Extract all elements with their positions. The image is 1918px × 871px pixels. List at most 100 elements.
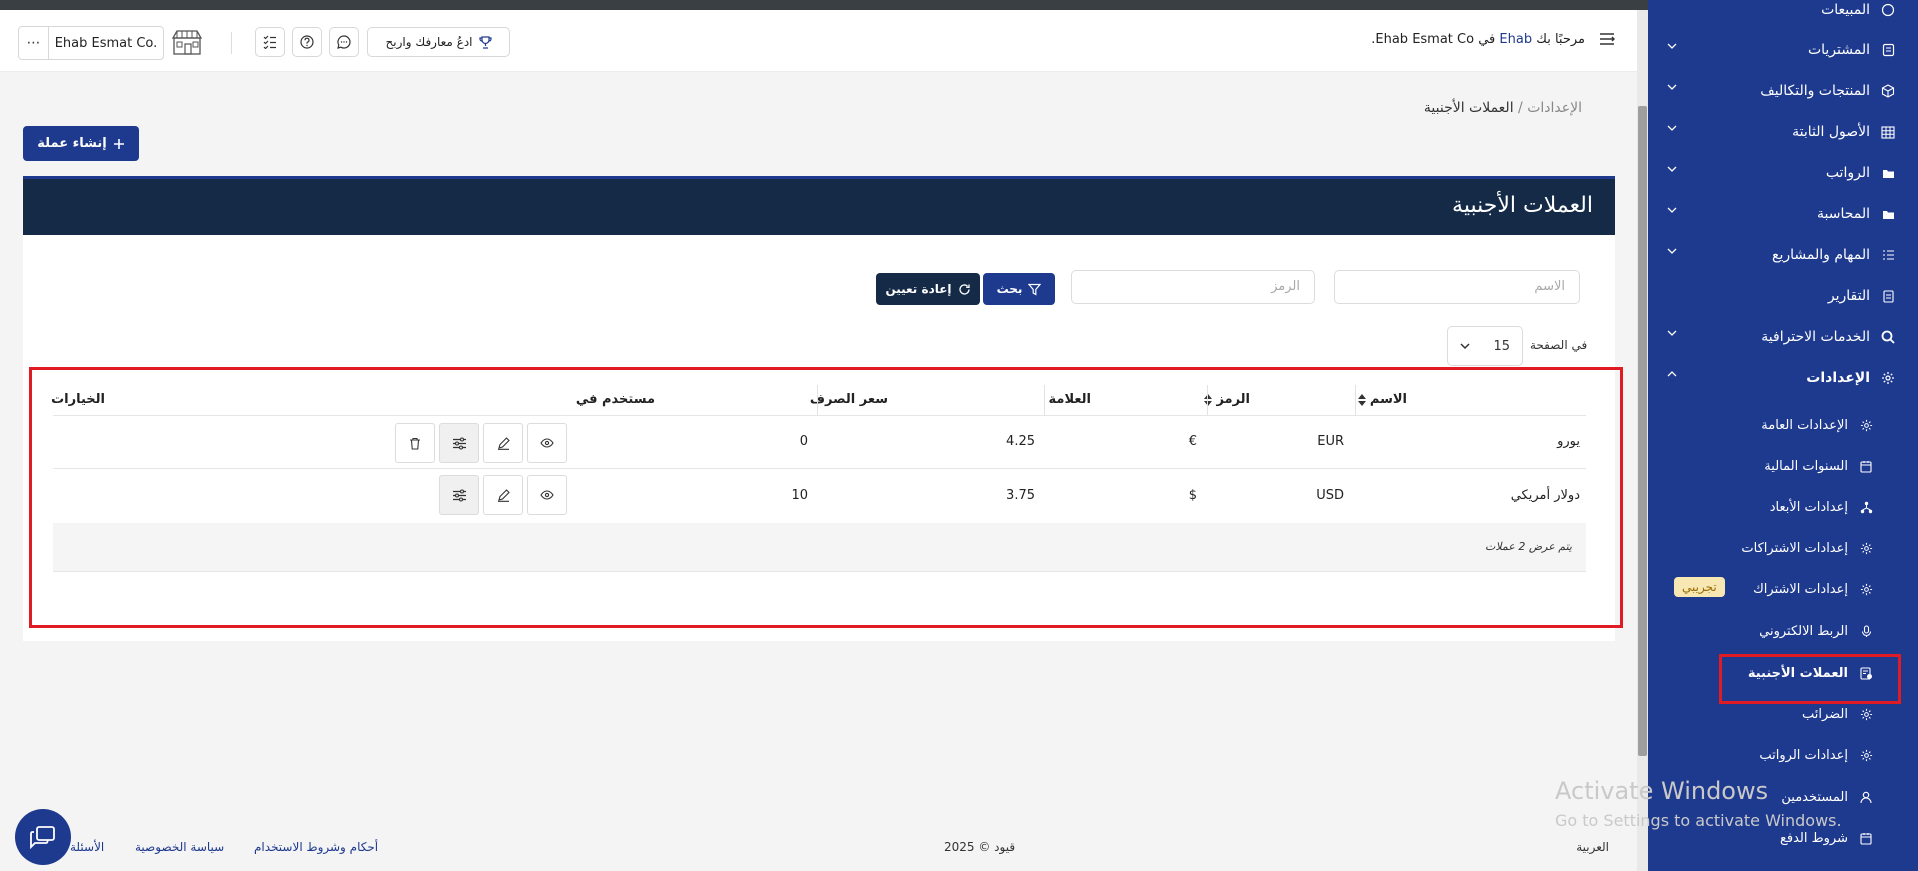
sidebar-item-accounting[interactable]: المحاسبة [1648,194,1918,234]
chevron-down-icon [1666,124,1680,138]
calendar-icon [1858,458,1874,474]
user-icon [1858,789,1874,805]
sidebar-item-label: الإعدادات [1806,370,1870,386]
more-options-icon[interactable]: ⋯ [19,27,49,59]
reset-button[interactable]: إعادة تعيين [876,273,980,305]
company-name: Ehab Esmat Co. [1371,32,1475,47]
calendar-icon [1858,830,1874,846]
sidebar-item-label: التقارير [1827,288,1870,304]
sidebar-item-label: المشتريات [1807,42,1870,58]
per-page-select[interactable]: 15 [1447,326,1523,366]
trial-badge: تجريبي [1674,577,1725,597]
sidebar-item-label: الخدمات الاحترافية [1761,329,1870,345]
sidebar-item-label: المهام والمشاريع [1772,247,1870,263]
privacy-link[interactable]: سياسة الخصوصية [135,840,224,854]
per-page-value: 15 [1493,338,1510,354]
breadcrumb-parent[interactable]: الإعدادات [1527,100,1582,116]
gear-icon [1858,581,1874,597]
sidebar-item-e-integration[interactable]: الربط الالكتروني [1648,611,1918,651]
checklist-icon [263,35,277,49]
sidebar-item-payroll[interactable]: الرواتب [1648,153,1918,193]
box-icon [1880,83,1896,99]
highlight-annotation-sidebar [1719,654,1901,704]
faq-link[interactable]: الأسئلة [70,840,104,854]
sidebar-item-payroll-settings[interactable]: إعدادات الرواتب [1648,735,1918,775]
chevron-down-icon [1666,206,1680,220]
gear-icon [1880,370,1896,386]
sidebar-item-fixed-assets[interactable]: الأصول الثابتة [1648,112,1918,152]
folder-icon [1880,165,1896,181]
help-button[interactable] [292,27,322,57]
chevron-down-icon [1666,247,1680,261]
windows-activation-hint: Go to Settings to activate Windows. [1555,811,1842,830]
chevron-down-icon [1666,329,1680,343]
sidebar-item-tasks[interactable]: المهام والمشاريع [1648,235,1918,275]
company-switcher-label: Ehab Esmat Co. [54,35,158,51]
sidebar-item-reports[interactable]: التقارير [1648,276,1918,316]
sidebar-item-fiscal-years[interactable]: السنوات المالية [1648,446,1918,486]
sidebar-item-settings[interactable]: الإعدادات [1648,358,1918,398]
name-filter-input[interactable]: الاسم [1334,270,1580,304]
microphone-icon [1858,623,1874,639]
refer-friends-button[interactable]: ادعُ معارفك واربح [367,27,510,57]
windows-activation-watermark: Activate Windows [1555,777,1769,805]
page-title: العملات الأجنبية [1452,193,1593,218]
divider [231,32,232,54]
chat-bubbles-icon [30,825,56,849]
breadcrumb-separator: / [1518,100,1523,116]
sidebar-item-products[interactable]: المنتجات والتكاليف [1648,71,1918,111]
sidebar-item-dimensions-settings[interactable]: إعدادات الأبعاد [1648,487,1918,527]
purchases-icon [1880,42,1896,58]
company-switcher[interactable]: ⋯ Ehab Esmat Co. [18,26,164,60]
create-currency-label: إنشاء عملة [37,136,107,151]
sidebar-item-label: السنوات المالية [1764,458,1848,474]
sidebar-item-label: شروط الدفع [1779,830,1848,846]
search-label: بحث [996,282,1023,296]
user-name[interactable]: Ehab [1499,32,1532,47]
sidebar-item-subscriptions-settings[interactable]: إعدادات الاشتراكات [1648,528,1918,568]
sidebar-item-label: إعدادات الاشتراكات [1741,540,1848,556]
sidebar-item-purchases[interactable]: المشتريات [1648,30,1918,70]
store-icon [170,28,206,56]
create-currency-button[interactable]: إنشاء عملة [23,126,139,161]
sidebar-item-label: الأصول الثابتة [1792,124,1870,140]
sidebar-item-subscription-settings[interactable]: تجريبي إعدادات الاشتراك [1648,569,1918,609]
panel-header: العملات الأجنبية [23,176,1615,235]
sidebar-item-general-settings[interactable]: الإعدادات العامة [1648,405,1918,445]
sidebar-item-sales[interactable]: المبيعات [1648,0,1918,30]
filter-icon [1028,283,1042,296]
gear-icon [1858,417,1874,433]
menu-toggle-icon[interactable] [1599,32,1615,46]
sidebar-item-label: إعدادات الأبعاد [1769,499,1848,515]
welcome-message: مرحبًا بك Ehab في Ehab Esmat Co. [1371,32,1585,47]
list-icon [1880,247,1896,263]
top-bar: مرحبًا بك Ehab في Ehab Esmat Co. ⋯ Ehab … [0,10,1637,72]
trophy-icon [478,35,492,49]
support-chat-button[interactable] [15,809,71,865]
sidebar-item-label: إعدادات الاشتراك [1753,581,1848,597]
chat-button[interactable] [329,27,359,57]
chevron-down-icon [1666,165,1680,179]
per-page-label: في الصفحة [1530,338,1588,352]
sidebar-item-label: المحاسبة [1816,206,1870,222]
terms-link[interactable]: أحكام وشروط الاستخدام [254,840,378,854]
browser-top-strip [0,0,1918,10]
page-scrollbar-thumb[interactable] [1638,106,1647,756]
sidebar-item-label: الرواتب [1825,165,1870,181]
search-button[interactable]: بحث [983,273,1055,305]
gear-icon [1858,747,1874,763]
sidebar-item-label: الضرائب [1801,706,1848,722]
checklist-button[interactable] [255,27,285,57]
chevron-down-icon [1460,342,1470,350]
chat-icon [337,35,351,49]
reset-label: إعادة تعيين [885,282,952,296]
language-switch[interactable]: العربية [1576,840,1609,854]
sidebar-item-label: المنتجات والتكاليف [1760,83,1870,99]
sales-icon [1880,2,1896,18]
chevron-down-icon [1666,42,1680,56]
folder-icon [1880,206,1896,222]
code-filter-input[interactable]: الرمز [1071,270,1315,304]
sidebar-item-label: إعدادات الرواتب [1759,747,1848,763]
help-icon [300,35,314,49]
sidebar-item-professional-services[interactable]: الخدمات الاحترافية [1648,317,1918,357]
